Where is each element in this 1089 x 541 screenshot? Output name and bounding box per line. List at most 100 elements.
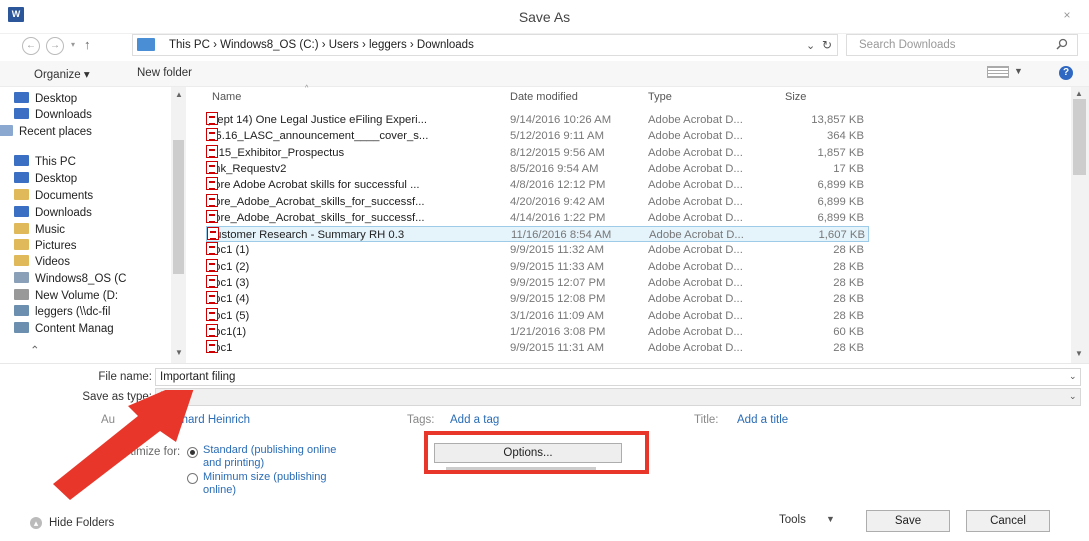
- breadcrumb[interactable]: This PC › Windows8_OS (C:) › Users › leg…: [132, 34, 838, 56]
- pdf-file-icon: [206, 177, 218, 191]
- nav-item[interactable]: Recent places: [0, 124, 92, 140]
- hide-folders-icon[interactable]: ▴: [30, 517, 42, 529]
- nav-item-label: Documents: [35, 190, 94, 202]
- column-type[interactable]: Type: [648, 91, 672, 103]
- folder-icon: [14, 206, 29, 217]
- file-row[interactable]: 5.5.16_LASC_announcement____cover_s... 5/…: [206, 128, 869, 144]
- file-row[interactable]: Core_Adobe_Acrobat_skills_for_successf..…: [206, 193, 869, 210]
- file-size: 60 KB: [833, 325, 864, 338]
- file-row[interactable]: Core_Adobe_Acrobat_skills_for_successf..…: [206, 209, 869, 226]
- file-row[interactable]: Doc1(1) 1/21/2016 3:08 PM Adobe Acrobat D.…: [206, 323, 869, 340]
- file-row[interactable]: Doc1 (2) 9/9/2015 11:33 AM Adobe Acrobat D…: [206, 258, 869, 275]
- search-icon[interactable]: [1056, 38, 1068, 50]
- forward-arrow-icon[interactable]: →: [46, 37, 64, 55]
- file-type: Adobe Acrobat D...: [648, 293, 743, 306]
- nav-item-label: Desktop: [35, 173, 78, 185]
- column-date-modified[interactable]: Date modified: [510, 91, 578, 103]
- close-button[interactable]: ×: [1052, 4, 1082, 26]
- file-list-scrollbar-thumb[interactable]: [1073, 99, 1086, 175]
- column-size[interactable]: Size: [785, 91, 806, 103]
- refresh-icon[interactable]: ↻: [822, 38, 832, 52]
- save-button[interactable]: Save: [866, 510, 950, 532]
- chevron-icon[interactable]: ⌃: [30, 343, 40, 359]
- file-date: 5/12/2016 9:11 AM: [510, 130, 605, 143]
- file-size: 1,607 KB: [818, 229, 865, 242]
- file-type: Adobe Acrobat D...: [648, 244, 743, 257]
- tags-input[interactable]: Add a tag: [450, 414, 499, 426]
- nav-scroll-down-icon[interactable]: ▼: [175, 348, 183, 357]
- save-type-dropdown-icon[interactable]: ⌄: [1069, 391, 1077, 402]
- file-type: Adobe Acrobat D...: [648, 162, 743, 175]
- nav-item-label: Downloads: [35, 207, 92, 219]
- organize-button[interactable]: Organize ▾: [34, 67, 90, 81]
- nav-item[interactable]: Videos: [14, 254, 70, 270]
- file-name-input[interactable]: Important filing: [155, 368, 1081, 386]
- address-dropdown-icon[interactable]: ⌄: [806, 39, 815, 52]
- nav-item[interactable]: Documents: [14, 188, 93, 204]
- scroll-down-icon[interactable]: ▼: [1075, 349, 1083, 358]
- nav-item[interactable]: Downloads: [14, 205, 92, 221]
- file-name-dropdown-icon[interactable]: ⌄: [1069, 371, 1077, 382]
- file-row[interactable]: Doc1 (5) 3/1/2016 11:09 AM Adobe Acrobat D…: [206, 307, 869, 324]
- recent-dropdown-icon[interactable]: ▾: [71, 40, 75, 49]
- nav-item[interactable]: Music: [14, 222, 65, 238]
- file-type: Adobe Acrobat D...: [648, 277, 743, 289]
- title-input[interactable]: Add a title: [737, 414, 788, 426]
- nav-item[interactable]: This PC: [14, 154, 76, 170]
- file-row[interactable]: (Sept 14) One Legal Justice eFiling Expe…: [206, 112, 869, 128]
- file-date: 9/9/2015 11:31 AM: [510, 342, 605, 355]
- back-arrow-icon[interactable]: ←: [22, 37, 40, 55]
- nav-item[interactable]: New Volume (D:: [14, 288, 118, 304]
- nav-item[interactable]: Desktop: [14, 171, 77, 187]
- nav-item[interactable]: leggers (\\dc-fil: [14, 304, 110, 320]
- file-row[interactable]: Doc1 9/9/2015 11:31 AM Adobe Acrobat D... 2…: [206, 340, 869, 356]
- tools-dropdown-icon[interactable]: ▼: [826, 514, 835, 524]
- tools-menu[interactable]: Tools: [779, 514, 806, 526]
- nav-item[interactable]: Windows8_OS (C: [14, 271, 126, 287]
- save-type-select[interactable]: PDF: [155, 388, 1081, 406]
- file-row[interactable]: 2015_Exhibitor_Prospectus 8/12/2015 9:56 …: [206, 144, 869, 161]
- column-name[interactable]: Name: [212, 91, 241, 103]
- file-row[interactable]: Chk_Requestv2 8/5/2016 9:54 AM Adobe Acrob…: [206, 160, 869, 177]
- scroll-up-icon[interactable]: ▲: [1075, 89, 1083, 98]
- file-size: 6,899 KB: [817, 211, 864, 224]
- view-dropdown-icon[interactable]: ▼: [1014, 66, 1023, 76]
- nav-item-label: Downloads: [35, 109, 92, 121]
- file-row[interactable]: Customer Research - Summary RH 0.3 11/16/…: [206, 226, 869, 243]
- nav-item[interactable]: Desktop: [14, 91, 77, 107]
- file-name: (Sept 14) One Legal Justice eFiling Expe…: [206, 112, 427, 128]
- file-row[interactable]: Doc1 (3) 9/9/2015 12:07 PM Adobe Acrobat D…: [206, 275, 869, 291]
- up-arrow-icon[interactable]: ↑: [84, 37, 91, 52]
- view-options-icon[interactable]: [987, 66, 1009, 78]
- cancel-button[interactable]: Cancel: [966, 510, 1050, 532]
- pdf-file-icon: [206, 340, 218, 354]
- help-icon[interactable]: ?: [1059, 66, 1073, 80]
- nav-item[interactable]: Content Manag: [14, 321, 114, 337]
- folder-icon: [14, 322, 29, 333]
- folder-icon: [14, 189, 29, 200]
- nav-scrollbar-thumb[interactable]: [173, 140, 184, 274]
- file-row[interactable]: Doc1 (1) 9/9/2015 11:32 AM Adobe Acrobat D…: [206, 242, 869, 258]
- folder-icon: [14, 239, 29, 250]
- file-name-text: (Sept 14) One Legal Justice eFiling Expe…: [206, 114, 428, 126]
- pdf-file-icon: [206, 275, 218, 288]
- folder-icon: [14, 108, 29, 119]
- standard-radio-label[interactable]: Standard (publishing online and printing…: [203, 444, 343, 470]
- file-type: Adobe Acrobat D...: [648, 309, 743, 322]
- file-size: 28 KB: [833, 342, 864, 355]
- file-name: Doc1 (3): [206, 275, 249, 291]
- pdf-file-icon: [206, 323, 218, 337]
- nav-item[interactable]: Downloads: [14, 107, 92, 123]
- nav-scroll-up-icon[interactable]: ▲: [175, 90, 183, 99]
- search-input[interactable]: Search Downloads: [846, 34, 1078, 56]
- file-row[interactable]: Doc1 (4) 9/9/2015 12:08 PM Adobe Acrobat D…: [206, 291, 869, 307]
- folder-icon: [14, 305, 29, 316]
- file-row[interactable]: Core Adobe Acrobat skills for successful…: [206, 177, 869, 193]
- new-folder-button[interactable]: New folder: [137, 67, 192, 79]
- minimum-size-radio-label[interactable]: Minimum size (publishing online): [203, 471, 333, 497]
- pdf-file-icon: [206, 242, 218, 256]
- nav-item[interactable]: Pictures: [14, 238, 77, 254]
- tags-label: Tags:: [407, 414, 435, 426]
- pdf-file-icon: [206, 307, 218, 321]
- hide-folders-button[interactable]: Hide Folders: [49, 517, 114, 529]
